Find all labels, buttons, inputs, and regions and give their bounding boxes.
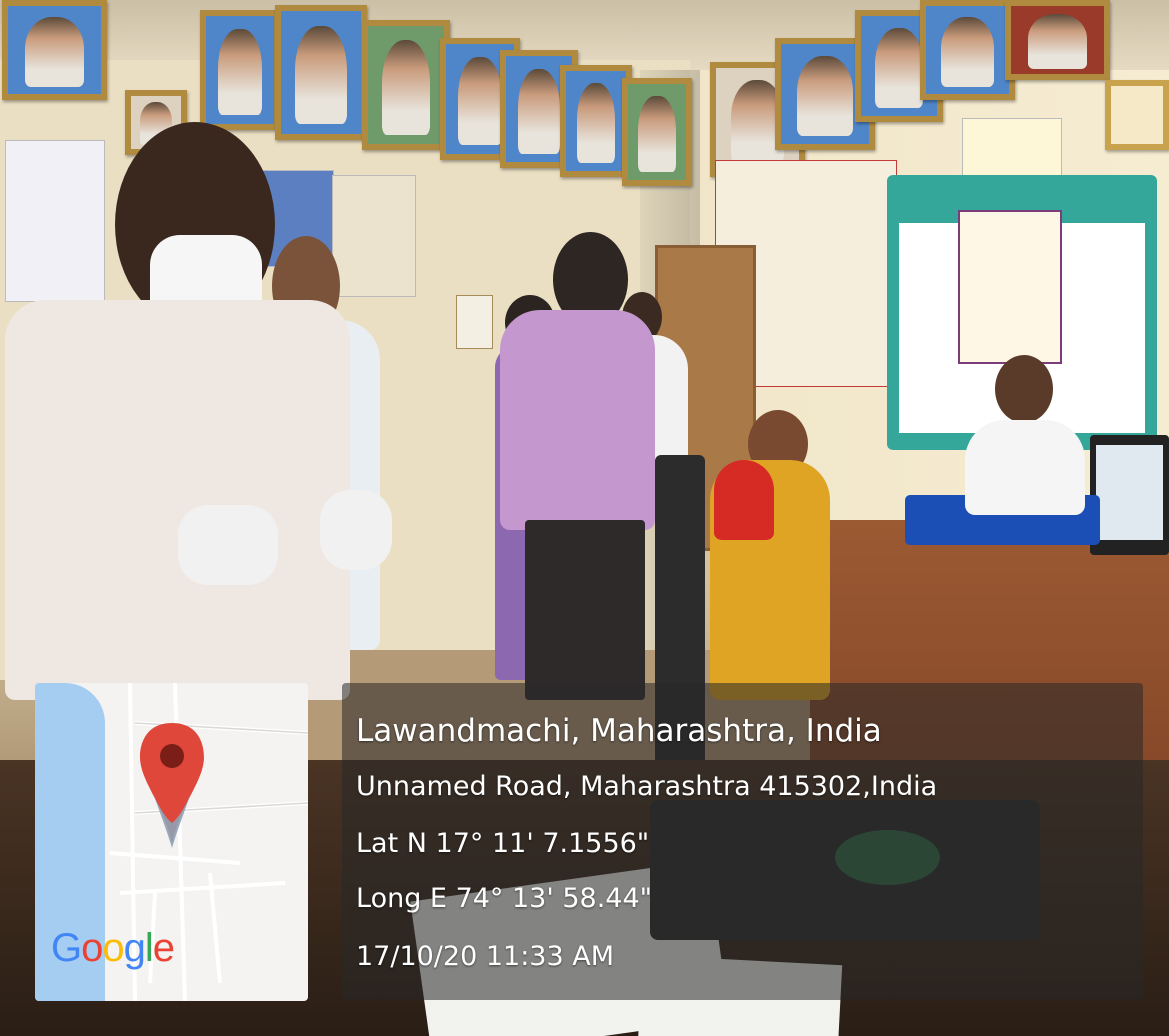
calendar <box>958 210 1062 364</box>
place-name: Lawandmachi, Maharashtra, India <box>356 713 882 749</box>
google-logo: Google <box>51 926 175 971</box>
portrait-frame <box>920 0 1015 100</box>
google-letter: l <box>144 926 154 970</box>
switchboard <box>456 295 493 349</box>
map-thumbnail: Google <box>35 683 308 1001</box>
google-letter: e <box>152 926 175 970</box>
google-letter: G <box>51 926 82 970</box>
timestamp-text: 17/10/20 11:33 AM <box>356 941 615 972</box>
portrait-frame <box>362 20 450 150</box>
monitor <box>1090 435 1169 555</box>
portrait-frame <box>200 10 280 130</box>
wall-poster <box>332 175 416 297</box>
portrait-frame <box>622 78 692 186</box>
latitude-text: Lat N 17° 11' 7.1556" <box>356 828 650 859</box>
geotag-overlay: Lawandmachi, Maharashtra, India Unnamed … <box>342 683 1143 1000</box>
google-letter: g <box>123 926 146 970</box>
portrait-frame <box>2 0 107 100</box>
google-letter: o <box>81 926 103 970</box>
photo: Google Lawandmachi, Maharashtra, India U… <box>0 0 1169 1036</box>
portrait-frame <box>1005 0 1110 80</box>
longitude-text: Long E 74° 13' 58.44" <box>356 883 653 914</box>
google-letter: o <box>102 926 124 970</box>
address-line: Unnamed Road, Maharashtra 415302,India <box>356 771 938 802</box>
portrait-frame <box>275 5 367 140</box>
wall-poster <box>5 140 105 302</box>
wall-clock <box>1105 80 1169 150</box>
